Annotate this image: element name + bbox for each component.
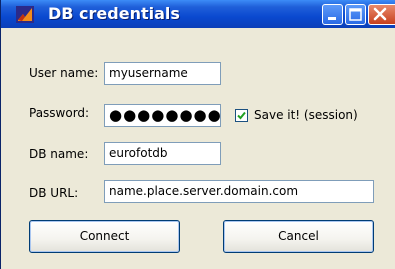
save-checkbox-label[interactable]: Save it! (session)	[254, 108, 358, 122]
window-title: DB credentials	[48, 4, 180, 23]
title-bar[interactable]: DB credentials	[1, 0, 395, 28]
maximize-icon	[349, 8, 362, 21]
password-field[interactable]: ●●●●●●●●	[104, 104, 221, 127]
username-field[interactable]: myusername	[104, 62, 221, 85]
dburl-label: DB URL:	[29, 186, 79, 200]
close-button[interactable]	[368, 4, 395, 25]
username-label: User name:	[29, 66, 99, 80]
checkmark-icon	[237, 111, 246, 120]
dbname-label: DB name:	[29, 147, 89, 161]
app-icon	[16, 6, 34, 23]
minimize-icon	[328, 17, 336, 20]
db-credentials-window: DB credentials User name: myusername Pas…	[0, 0, 395, 269]
connect-button[interactable]: Connect	[29, 220, 180, 253]
cancel-button[interactable]: Cancel	[223, 220, 374, 253]
close-icon	[373, 7, 387, 21]
dburl-field[interactable]: name.place.server.domain.com	[104, 180, 374, 203]
password-label: Password:	[29, 106, 90, 120]
maximize-button[interactable]	[345, 4, 366, 25]
save-checkbox[interactable]	[235, 109, 248, 122]
dbname-field[interactable]: eurofotdb	[104, 142, 221, 165]
minimize-button[interactable]	[322, 4, 343, 25]
